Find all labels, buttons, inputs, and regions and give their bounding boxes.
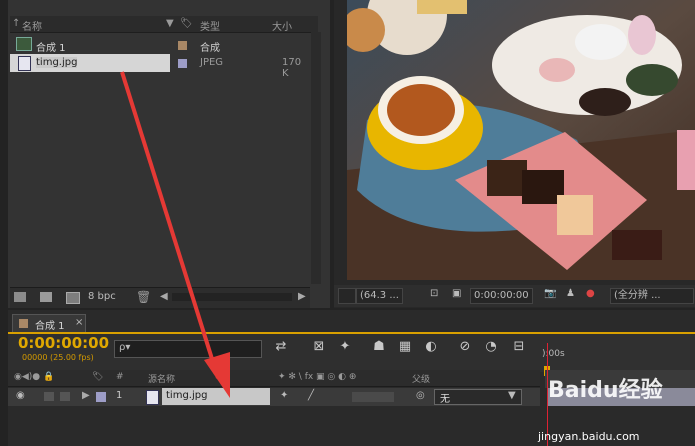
watermark-logo: Baidu经验 bbox=[548, 378, 663, 403]
watermark-url: jingyan.baidu.com bbox=[538, 430, 640, 443]
